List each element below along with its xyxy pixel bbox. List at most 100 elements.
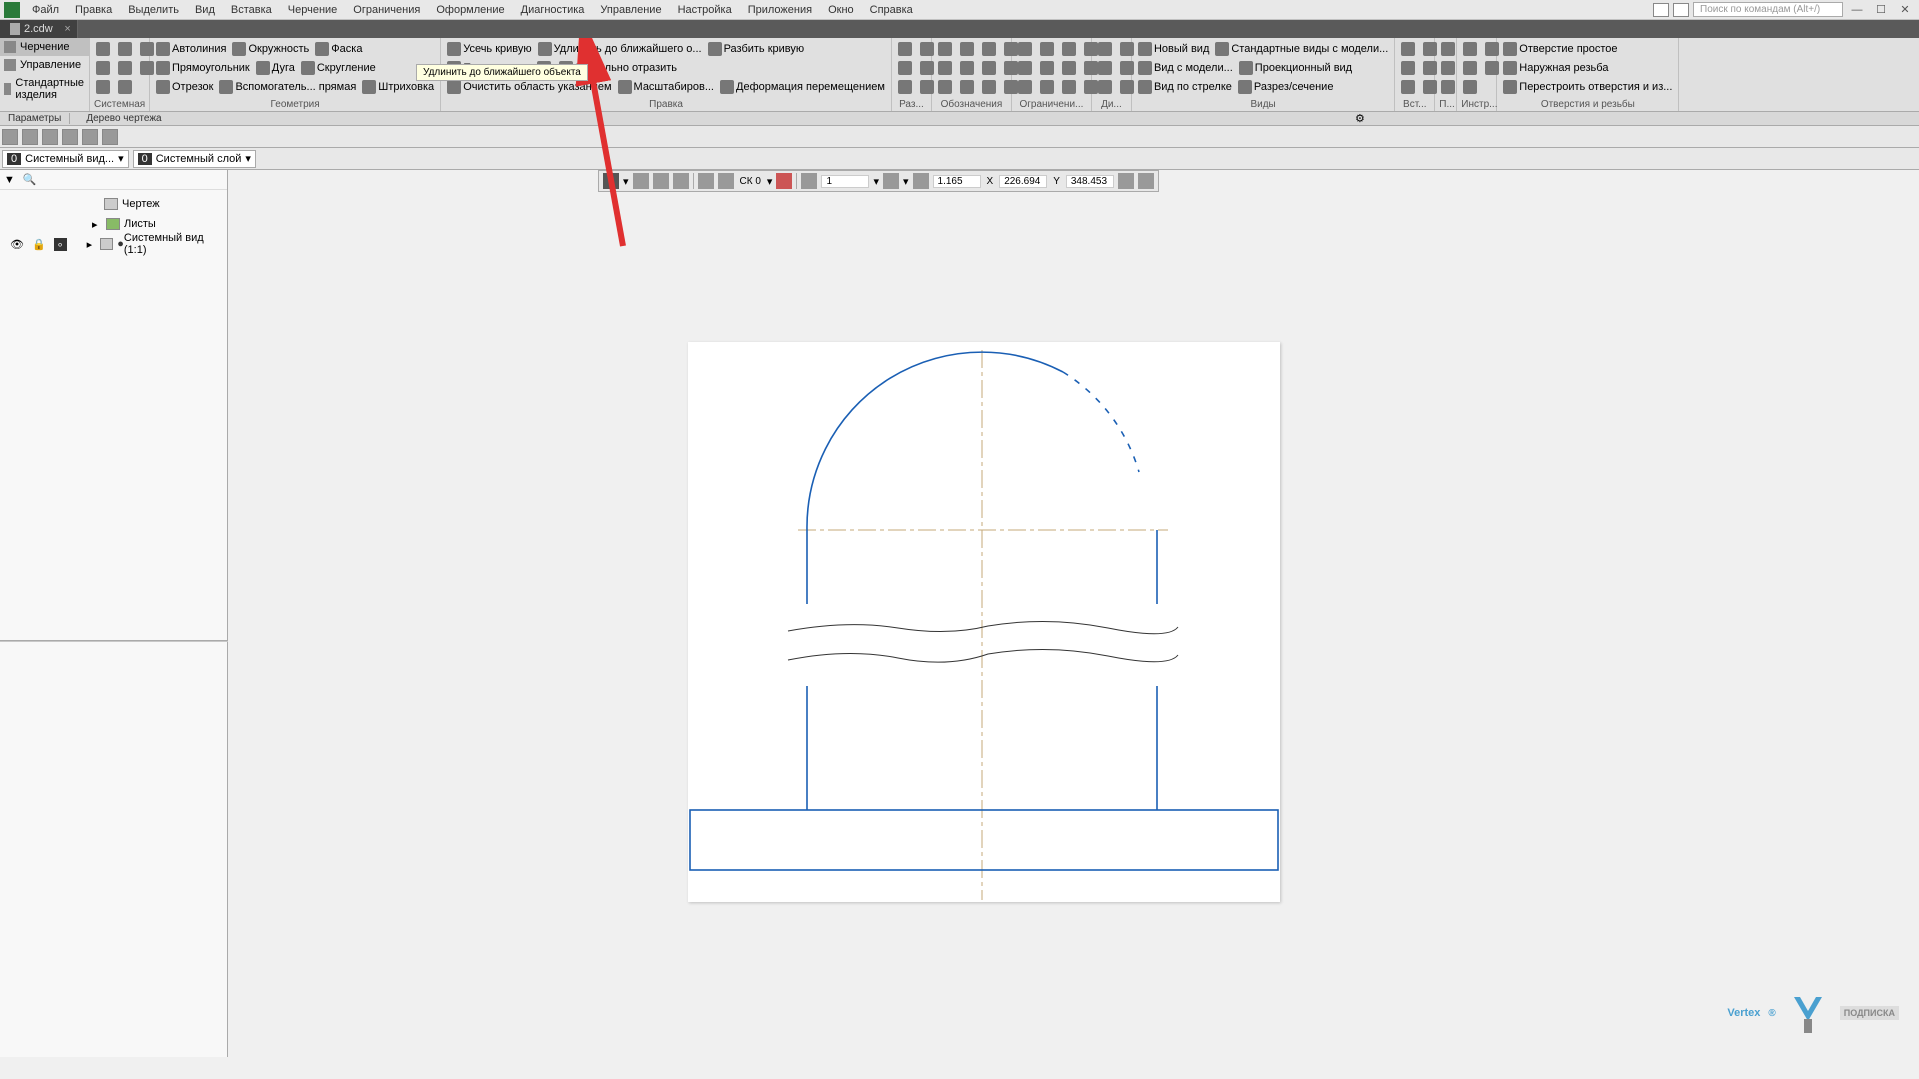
btn-i1[interactable]	[1399, 40, 1419, 58]
ct-ic3[interactable]	[653, 173, 669, 189]
btn-hole-thread[interactable]: Наружная резьба	[1501, 59, 1610, 77]
mode-manage[interactable]: Управление	[0, 56, 89, 74]
btn-c10[interactable]	[1038, 78, 1058, 96]
btn-a3[interactable]	[980, 40, 1000, 58]
layout-icon2[interactable]	[1673, 3, 1689, 17]
btn-dim3[interactable]	[896, 59, 916, 77]
btn-a5[interactable]	[936, 59, 956, 77]
btn-projview[interactable]: Проекционный вид	[1237, 59, 1354, 77]
x-field[interactable]: 226.694	[999, 175, 1047, 188]
window-maximize[interactable]: ☐	[1871, 3, 1891, 16]
btn-newview[interactable]: Новый вид	[1136, 40, 1211, 58]
menu-edit[interactable]: Правка	[67, 2, 120, 18]
btn-t3[interactable]	[1461, 59, 1481, 77]
tb-ic5[interactable]	[82, 129, 98, 145]
btn-c1[interactable]	[1016, 40, 1036, 58]
ct-ic6[interactable]	[776, 173, 792, 189]
btn-chamfer[interactable]: Фаска	[313, 40, 364, 58]
menu-constraints[interactable]: Ограничения	[345, 2, 428, 18]
menu-select[interactable]: Выделить	[120, 2, 187, 18]
lock-icon[interactable]: 🔒	[32, 238, 46, 251]
tree-filter[interactable]: ▼🔍	[0, 170, 227, 190]
menu-apps[interactable]: Приложения	[740, 2, 820, 18]
btn-circle[interactable]: Окружность	[230, 40, 311, 58]
menu-diag[interactable]: Диагностика	[513, 2, 593, 18]
btn-aux[interactable]: Вспомогатель... прямая	[217, 78, 358, 96]
btn-hole-rebuild[interactable]: Перестроить отверстия и из...	[1501, 78, 1674, 96]
btn-c6[interactable]	[1038, 59, 1058, 77]
mode-std[interactable]: Стандартные изделия	[0, 74, 89, 104]
btn-stdviews[interactable]: Стандартные виды с модели...	[1213, 40, 1390, 58]
btn-a2[interactable]	[958, 40, 978, 58]
view-combo[interactable]: 0Системный вид...▾	[2, 150, 129, 168]
btn-hole-simple[interactable]: Отверстие простое	[1501, 40, 1619, 58]
canvas[interactable]: ▾ СК 0▾ 1▾ ▾ 1.165 X 226.694 Y 348.453	[228, 170, 1919, 1057]
btn-d5[interactable]	[1096, 78, 1116, 96]
btn-segment[interactable]: Отрезок	[154, 78, 215, 96]
ct-pen[interactable]	[603, 173, 619, 189]
menu-window[interactable]: Окно	[820, 2, 862, 18]
menu-settings[interactable]: Настройка	[670, 2, 740, 18]
btn-modelview[interactable]: Вид с модели...	[1136, 59, 1235, 77]
btn-c5[interactable]	[1016, 59, 1036, 77]
gear-icon[interactable]: ⚙	[1355, 112, 1369, 126]
eye-icon[interactable]: 👁	[10, 238, 24, 251]
btn-undo[interactable]	[94, 78, 114, 96]
btn-scale[interactable]: Масштабиров...	[616, 78, 716, 96]
scale-field[interactable]: 1	[821, 175, 869, 188]
tb-ic4[interactable]	[62, 129, 78, 145]
btn-extend[interactable]: Удлинить до ближайшего о...	[536, 40, 704, 58]
document-tab[interactable]: 2.cdw ×	[0, 20, 78, 38]
zoom-field[interactable]: 1.165	[933, 175, 981, 188]
btn-rect[interactable]: Прямоугольник	[154, 59, 252, 77]
btn-i3[interactable]	[1399, 59, 1419, 77]
menu-insert[interactable]: Вставка	[223, 2, 280, 18]
btn-p3[interactable]	[1439, 78, 1459, 96]
btn-a6[interactable]	[958, 59, 978, 77]
btn-preview[interactable]	[116, 59, 136, 77]
drawing-sheet[interactable]	[688, 342, 1280, 902]
menu-help[interactable]: Справка	[862, 2, 921, 18]
btn-dim5[interactable]	[896, 78, 916, 96]
btn-a11[interactable]	[980, 78, 1000, 96]
ct-ic9[interactable]	[1118, 173, 1134, 189]
tab-close-icon[interactable]: ×	[64, 23, 70, 35]
menu-format[interactable]: Оформление	[428, 2, 512, 18]
tb-ic3[interactable]	[42, 129, 58, 145]
btn-autoline[interactable]: Автолиния	[154, 40, 228, 58]
btn-c9[interactable]	[1016, 78, 1036, 96]
btn-redo[interactable]	[116, 78, 136, 96]
command-search[interactable]: Поиск по командам (Alt+/)	[1693, 2, 1843, 17]
btn-a10[interactable]	[958, 78, 978, 96]
btn-p1[interactable]	[1439, 40, 1459, 58]
ct-cs-icon[interactable]	[718, 173, 734, 189]
btn-deform[interactable]: Деформация перемещением	[718, 78, 887, 96]
btn-print[interactable]	[94, 59, 114, 77]
btn-d1[interactable]	[1096, 40, 1116, 58]
tab-params[interactable]: Параметры	[0, 113, 70, 124]
cs-dd[interactable]: ▾	[767, 175, 773, 188]
btn-split[interactable]: Разбить кривую	[706, 40, 807, 58]
ct-dd[interactable]: ▾	[623, 175, 629, 188]
tb-ic1[interactable]	[2, 129, 18, 145]
btn-c7[interactable]	[1060, 59, 1080, 77]
tree-sheets[interactable]: ▸Листы	[0, 214, 227, 234]
ct-zoom-icon[interactable]	[883, 173, 899, 189]
btn-dim1[interactable]	[896, 40, 916, 58]
menu-drawing[interactable]: Черчение	[280, 2, 346, 18]
btn-i5[interactable]	[1399, 78, 1419, 96]
ct-ic4[interactable]	[673, 173, 689, 189]
tb-ic2[interactable]	[22, 129, 38, 145]
btn-open[interactable]	[116, 40, 136, 58]
btn-p2[interactable]	[1439, 59, 1459, 77]
tree-sysview[interactable]: 👁🔒∘ ▸ ● Системный вид (1:1)	[0, 234, 227, 254]
menu-file[interactable]: Файл	[24, 2, 67, 18]
ct-ic10[interactable]	[1138, 173, 1154, 189]
layer-icon[interactable]: ∘	[54, 238, 67, 251]
window-minimize[interactable]: —	[1847, 4, 1867, 16]
ct-ic2[interactable]	[633, 173, 649, 189]
layer-combo[interactable]: 0Системный слой▾	[133, 150, 256, 168]
window-close[interactable]: ✕	[1895, 3, 1915, 16]
btn-c2[interactable]	[1038, 40, 1058, 58]
tree-root[interactable]: Чертеж	[0, 194, 227, 214]
